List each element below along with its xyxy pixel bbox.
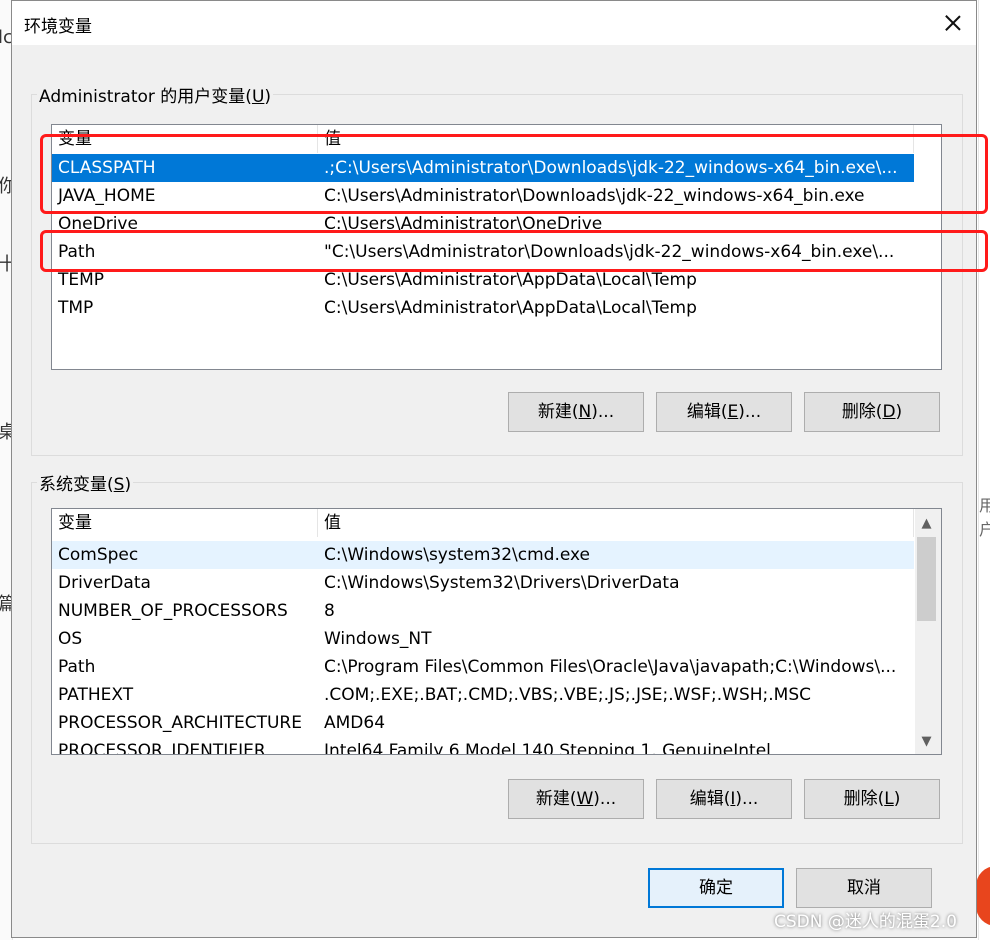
system-variables-list[interactable]: 变量 值 ComSpec C:\Windows\system32\cmd.exe… — [51, 508, 942, 755]
variable-value: C:\Users\Administrator\Downloads\jdk-22_… — [324, 186, 865, 206]
table-row[interactable]: PATHEXT .COM;.EXE;.BAT;.CMD;.VBS;.VBE;.J… — [52, 681, 914, 709]
table-row[interactable]: TMP C:\Users\Administrator\AppData\Local… — [52, 294, 914, 322]
variable-value: .;C:\Users\Administrator\Downloads\jdk-2… — [324, 158, 898, 178]
cancel-button[interactable]: 取消 — [796, 868, 932, 908]
system-edit-button[interactable]: 编辑(I)... — [656, 779, 792, 819]
user-variables-list[interactable]: 变量 值 CLASSPATH .;C:\Users\Administrator\… — [51, 124, 942, 370]
user-new-button[interactable]: 新建(N)... — [508, 392, 644, 432]
table-row[interactable]: OS Windows_NT — [52, 625, 914, 653]
table-row[interactable]: PROCESSOR_IDENTIFIER Intel64 Family 6 Mo… — [52, 737, 914, 755]
scroll-thumb[interactable] — [917, 537, 936, 621]
variable-value: C:\Windows\system32\cmd.exe — [324, 545, 591, 565]
variable-value: C:\Users\Administrator\AppData\Local\Tem… — [324, 298, 697, 318]
variable-name: ComSpec — [58, 545, 139, 565]
variable-name: PROCESSOR_IDENTIFIER — [58, 741, 266, 755]
user-variables-label: Administrator 的用户变量(U) — [37, 82, 274, 107]
variable-name: JAVA_HOME — [58, 186, 156, 206]
table-row[interactable]: NUMBER_OF_PROCESSORS 8 — [52, 597, 914, 625]
variable-value: C:\Windows\System32\Drivers\DriverData — [324, 573, 680, 593]
vertical-scrollbar[interactable]: ▲ ▼ — [915, 509, 941, 754]
table-row[interactable]: TEMP C:\Users\Administrator\AppData\Loca… — [52, 266, 914, 294]
table-row[interactable]: Path C:\Program Files\Common Files\Oracl… — [52, 653, 914, 681]
table-row[interactable]: Path "C:\Users\Administrator\Downloads\j… — [52, 238, 914, 266]
title-bar: 环境变量 — [12, 1, 976, 45]
variable-value: "C:\Users\Administrator\Downloads\jdk-22… — [324, 242, 895, 262]
variable-name: PROCESSOR_ARCHITECTURE — [58, 713, 302, 733]
background-window-right-edge: 用户 — [978, 0, 990, 940]
column-header-variable[interactable]: 变量 — [52, 125, 318, 153]
scroll-up-icon[interactable]: ▲ — [915, 513, 938, 535]
variable-value: C:\Users\Administrator\AppData\Local\Tem… — [324, 270, 697, 290]
environment-variables-dialog: 环境变量 Administrator 的用户变量(U) 变量 值 CLASSPA… — [11, 0, 977, 938]
background-text: 用户 — [979, 492, 990, 540]
variable-name: OneDrive — [58, 214, 138, 234]
table-row[interactable]: CLASSPATH .;C:\Users\Administrator\Downl… — [52, 154, 914, 182]
variable-value: Windows_NT — [324, 629, 432, 649]
csdn-watermark: CSDN @迷人的混蛋2.0 — [774, 912, 957, 932]
variable-value: AMD64 — [324, 713, 386, 733]
column-header-variable[interactable]: 变量 — [52, 509, 318, 537]
variable-name: TMP — [58, 298, 94, 318]
variable-value: C:\Users\Administrator\OneDrive — [324, 214, 603, 234]
column-header-value[interactable]: 值 — [318, 125, 914, 153]
variable-value: 8 — [324, 601, 335, 621]
variable-name: CLASSPATH — [58, 158, 156, 178]
variable-value: C:\Program Files\Common Files\Oracle\Jav… — [324, 657, 897, 677]
table-row[interactable]: OneDrive C:\Users\Administrator\OneDrive — [52, 210, 914, 238]
table-row[interactable]: JAVA_HOME C:\Users\Administrator\Downloa… — [52, 182, 914, 210]
variable-name: TEMP — [58, 270, 105, 290]
column-header-value[interactable]: 值 — [318, 509, 914, 537]
system-new-button[interactable]: 新建(W)... — [508, 779, 644, 819]
variable-name: DriverData — [58, 573, 151, 593]
ok-button[interactable]: 确定 — [648, 868, 784, 908]
user-delete-button[interactable]: 删除(D) — [804, 392, 940, 432]
variable-value: Intel64 Family 6 Model 140 Stepping 1, G… — [324, 741, 771, 755]
close-icon[interactable] — [938, 8, 968, 38]
table-row[interactable]: DriverData C:\Windows\System32\Drivers\D… — [52, 569, 914, 597]
system-variables-label: 系统变量(S) — [37, 470, 134, 495]
variable-name: OS — [58, 629, 83, 649]
system-delete-button[interactable]: 删除(L) — [804, 779, 940, 819]
scroll-down-icon[interactable]: ▼ — [915, 731, 938, 753]
dialog-title: 环境变量 — [24, 17, 92, 37]
variable-name: Path — [58, 242, 96, 262]
variable-name: Path — [58, 657, 96, 677]
variable-name: NUMBER_OF_PROCESSORS — [58, 601, 288, 621]
table-row[interactable]: PROCESSOR_ARCHITECTURE AMD64 — [52, 709, 914, 737]
user-edit-button[interactable]: 编辑(E)... — [656, 392, 792, 432]
list-header: 变量 值 — [52, 509, 914, 537]
variable-name: PATHEXT — [58, 685, 134, 705]
variable-value: .COM;.EXE;.BAT;.CMD;.VBS;.VBE;.JS;.JSE;.… — [324, 685, 812, 705]
table-row[interactable]: ComSpec C:\Windows\system32\cmd.exe — [52, 541, 914, 569]
list-header: 变量 值 — [52, 125, 914, 153]
